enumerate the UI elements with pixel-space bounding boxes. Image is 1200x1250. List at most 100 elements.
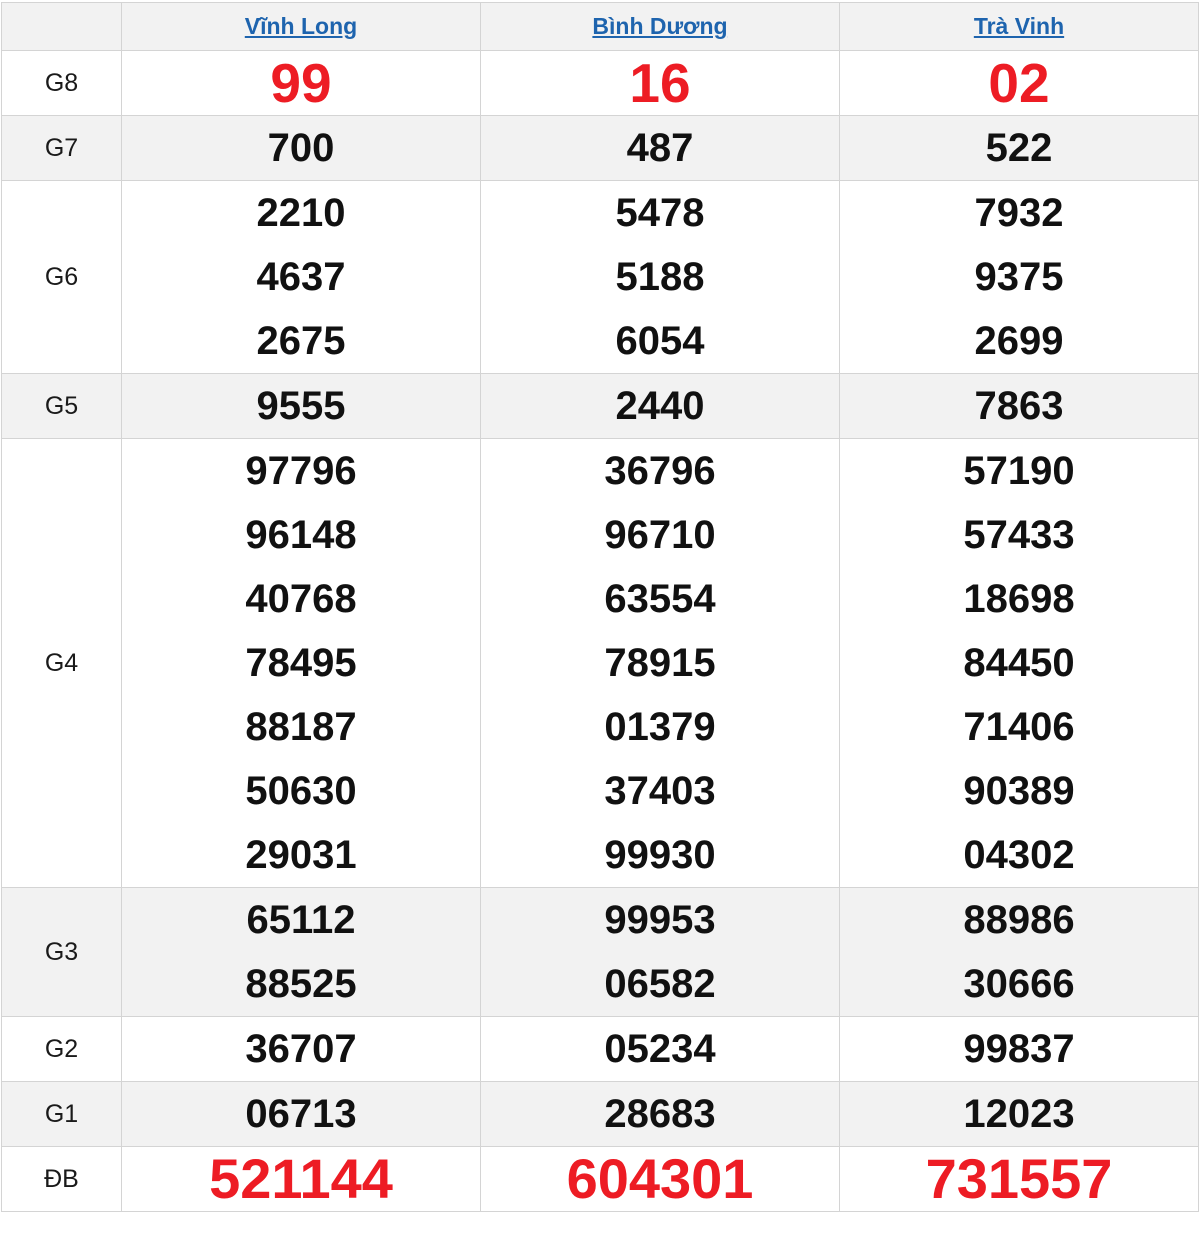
- prize-cell: 57190 57433 18698 84450 71406 90389 04302: [839, 438, 1199, 888]
- prize-row: G7 700 487 522: [1, 115, 1199, 181]
- prize-number: 2210: [256, 191, 346, 235]
- prize-number: 99930: [604, 833, 716, 877]
- prize-cell: 700: [121, 115, 481, 181]
- prize-row: G6 2210 4637 2675 5478 5188 6054 7932 9375 2699: [1, 180, 1199, 374]
- prize-cell: 97796 96148 40768 78495 88187 50630 29031: [121, 438, 481, 888]
- prize-number: 57433: [963, 513, 1075, 557]
- prize-row: G2 36707 05234 99837: [1, 1016, 1199, 1082]
- prize-number: 78915: [604, 641, 716, 685]
- prize-label: G6: [1, 180, 122, 374]
- prize-number: 36796: [604, 449, 716, 493]
- prize-cell: 36796 96710 63554 78915 01379 37403 99930: [480, 438, 840, 888]
- prize-number: 05234: [604, 1027, 716, 1071]
- prize-row: G8 99 16 02: [1, 50, 1199, 116]
- prize-label: G1: [1, 1081, 122, 1147]
- prize-number: 57190: [963, 449, 1075, 493]
- prize-number: 5478: [615, 191, 705, 235]
- prize-number: 2699: [974, 319, 1064, 363]
- prize-number: 700: [267, 126, 335, 170]
- header-province-2: Bình Dương: [480, 2, 840, 51]
- prize-cell: 9555: [121, 373, 481, 439]
- prize-label: G5: [1, 373, 122, 439]
- prize-cell: 521144: [121, 1146, 481, 1212]
- prize-number: 604301: [566, 1147, 754, 1210]
- prize-number: 40768: [245, 577, 357, 621]
- prize-cell: 06713: [121, 1081, 481, 1147]
- prize-cell: 12023: [839, 1081, 1199, 1147]
- prize-number: 12023: [963, 1092, 1075, 1136]
- prize-number: 71406: [963, 705, 1075, 749]
- prize-cell: 604301: [480, 1146, 840, 1212]
- prize-number: 7863: [974, 384, 1064, 428]
- prize-cell: 02: [839, 50, 1199, 116]
- prize-number: 30666: [963, 962, 1075, 1006]
- prize-number: 487: [626, 126, 694, 170]
- header-corner: [1, 2, 122, 51]
- prize-label: G8: [1, 50, 122, 116]
- prize-row: G3 65112 88525 99953 06582 88986 30666: [1, 887, 1199, 1017]
- prize-cell: 487: [480, 115, 840, 181]
- lottery-results-table: Vĩnh Long Bình Dương Trà Vinh G8 99 16 02 G7…: [1, 2, 1199, 1212]
- prize-cell: 05234: [480, 1016, 840, 1082]
- prize-number: 29031: [245, 833, 357, 877]
- prize-number: 02: [988, 52, 1050, 114]
- prize-number: 6054: [615, 319, 705, 363]
- prize-number: 18698: [963, 577, 1075, 621]
- prize-number: 97796: [245, 449, 357, 493]
- prize-number: 36707: [245, 1027, 357, 1071]
- prize-cell: 99: [121, 50, 481, 116]
- prize-number: 88187: [245, 705, 357, 749]
- prize-cell: 731557: [839, 1146, 1199, 1212]
- prize-row: G1 06713 28683 12023: [1, 1081, 1199, 1147]
- prize-cell: 7863: [839, 373, 1199, 439]
- prize-cell: 2440: [480, 373, 840, 439]
- header-row: Vĩnh Long Bình Dương Trà Vinh: [1, 2, 1199, 51]
- prize-number: 521144: [209, 1147, 393, 1210]
- prize-cell: 28683: [480, 1081, 840, 1147]
- prize-number: 88525: [245, 962, 357, 1006]
- prize-cell: 88986 30666: [839, 887, 1199, 1017]
- prize-number: 9555: [256, 384, 346, 428]
- prize-cell: 16: [480, 50, 840, 116]
- prize-number: 731557: [925, 1147, 1113, 1210]
- prize-number: 2440: [615, 384, 705, 428]
- prize-cell: 65112 88525: [121, 887, 481, 1017]
- prize-row: ĐB 521144 604301 731557: [1, 1146, 1199, 1212]
- prize-number: 99953: [604, 898, 716, 942]
- prize-number: 4637: [256, 255, 346, 299]
- province-link-binh-duong[interactable]: Bình Dương: [592, 13, 727, 39]
- prize-number: 04302: [963, 833, 1075, 877]
- prize-label: G4: [1, 438, 122, 888]
- prize-number: 37403: [604, 769, 716, 813]
- prize-number: 96148: [245, 513, 357, 557]
- header-province-3: Trà Vinh: [839, 2, 1199, 51]
- prize-number: 88986: [963, 898, 1075, 942]
- province-link-vinh-long[interactable]: Vĩnh Long: [245, 13, 357, 39]
- prize-number: 99: [270, 52, 332, 114]
- prize-number: 90389: [963, 769, 1075, 813]
- prize-label: ĐB: [1, 1146, 122, 1212]
- province-link-tra-vinh[interactable]: Trà Vinh: [974, 13, 1064, 39]
- prize-number: 63554: [604, 577, 716, 621]
- prize-cell: 99837: [839, 1016, 1199, 1082]
- prize-number: 2675: [256, 319, 346, 363]
- prize-label: G2: [1, 1016, 122, 1082]
- prize-number: 16: [629, 52, 691, 114]
- prize-number: 06713: [245, 1092, 357, 1136]
- prize-number: 28683: [604, 1092, 716, 1136]
- prize-row: G5 9555 2440 7863: [1, 373, 1199, 439]
- prize-cell: 99953 06582: [480, 887, 840, 1017]
- prize-number: 7932: [974, 191, 1064, 235]
- prize-number: 01379: [604, 705, 716, 749]
- prize-number: 96710: [604, 513, 716, 557]
- prize-cell: 7932 9375 2699: [839, 180, 1199, 374]
- prize-number: 06582: [604, 962, 716, 1006]
- prize-number: 65112: [246, 898, 356, 942]
- prize-label: G3: [1, 887, 122, 1017]
- prize-cell: 5478 5188 6054: [480, 180, 840, 374]
- prize-number: 78495: [245, 641, 357, 685]
- prize-number: 9375: [974, 255, 1064, 299]
- prize-number: 99837: [963, 1027, 1075, 1071]
- prize-number: 522: [985, 126, 1053, 170]
- prize-number: 50630: [245, 769, 357, 813]
